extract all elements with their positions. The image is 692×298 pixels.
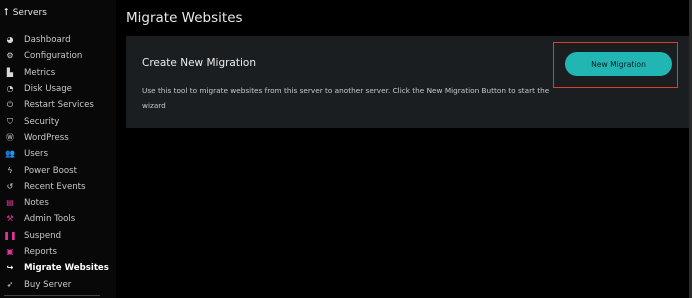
card-title: Create New Migration [142, 57, 256, 69]
power-icon: ⏻ [6, 100, 14, 110]
sidebar-item-label: Metrics [24, 67, 56, 78]
sidebar-item-power-boost[interactable]: ϟ Power Boost [0, 162, 116, 178]
sidebar-item-users[interactable]: 👥 Users [0, 146, 116, 162]
page-title: Migrate Websites [126, 10, 243, 26]
note-icon: ▤ [6, 198, 14, 208]
sidebar-item-reports[interactable]: ▣ Reports [0, 244, 116, 260]
sidebar-item-wordpress[interactable]: Ⓦ WordPress [0, 130, 116, 146]
shield-icon: ⛉ [7, 116, 13, 126]
report-icon: ▣ [6, 247, 14, 256]
sidebar-item-disk-usage[interactable]: ◔ Disk Usage [0, 81, 116, 97]
sidebar-item-suspend[interactable]: ❚❚ Suspend [0, 228, 116, 244]
sidebar-item-label: Admin Tools [24, 214, 76, 225]
sidebar-item-label: Power Boost [24, 165, 77, 176]
card-description: Use this tool to migrate websites from t… [142, 86, 550, 110]
back-to-servers-link[interactable]: ⭡ Servers [4, 7, 47, 19]
wrench-icon: ⚒ [6, 214, 14, 224]
sidebar-item-restart-services[interactable]: ⏻ Restart Services [0, 97, 116, 113]
sidebar-item-label: Suspend [24, 230, 62, 241]
sidebar-item-configuration[interactable]: ⚙ Configuration [0, 48, 116, 64]
sidebar-item-label: Restart Services [24, 100, 94, 111]
users-icon: 👥 [5, 149, 15, 159]
sidebar-item-recent-events[interactable]: ↺ Recent Events [0, 179, 116, 195]
rocket-icon: ➶ [6, 279, 14, 289]
sidebar-item-dashboard[interactable]: ◕ Dashboard [0, 32, 116, 48]
sidebar-item-security[interactable]: ⛉ Security [0, 113, 116, 129]
sidebar-item-label: Recent Events [24, 181, 86, 192]
wordpress-icon: Ⓦ [6, 132, 14, 142]
sidebar-item-label: Disk Usage [24, 84, 72, 95]
pie-chart-icon: ◔ [6, 84, 14, 94]
sidebar-item-label: Configuration [24, 51, 83, 62]
sidebar-item-label: WordPress [24, 132, 69, 143]
sidebar-nav: ◕ Dashboard ⚙ Configuration ▙ Metrics ◔ Disk Us… [0, 32, 116, 293]
sidebar-item-label: Dashboard [24, 35, 71, 46]
dashboard-icon: ◕ [6, 35, 14, 45]
sign-out-icon: ↪ [6, 263, 14, 273]
sidebar-item-label: Users [24, 149, 49, 160]
history-icon: ↺ [6, 181, 14, 191]
sidebar-item-buy-server[interactable]: ➶ Buy Server [0, 276, 116, 292]
sidebar: ⭡ Servers ◕ Dashboard ⚙ Configuration ▙ Metri… [0, 0, 116, 298]
sidebar-item-label: Migrate Websites [24, 263, 109, 274]
sidebar-divider [4, 295, 100, 296]
sidebar-item-admin-tools[interactable]: ⚒ Admin Tools [0, 211, 116, 227]
pause-icon: ❚❚ [3, 230, 17, 240]
sidebar-item-label: Security [24, 116, 60, 127]
cogs-icon: ⚙ [6, 51, 14, 61]
sidebar-item-migrate-websites[interactable]: ↪ Migrate Websites [0, 260, 116, 276]
back-link-label: Servers [12, 8, 47, 18]
bolt-icon: ϟ [7, 165, 13, 175]
sidebar-item-label: Reports [24, 247, 57, 257]
chart-area-icon: ▙ [6, 67, 14, 77]
arrow-up-icon: ⭡ [4, 7, 9, 18]
sidebar-item-label: Notes [24, 198, 49, 209]
sidebar-item-notes[interactable]: ▤ Notes [0, 195, 116, 211]
new-migration-button[interactable]: New Migration [565, 52, 672, 76]
sidebar-item-metrics[interactable]: ▙ Metrics [0, 65, 116, 81]
sidebar-item-label: Buy Server [24, 279, 72, 290]
